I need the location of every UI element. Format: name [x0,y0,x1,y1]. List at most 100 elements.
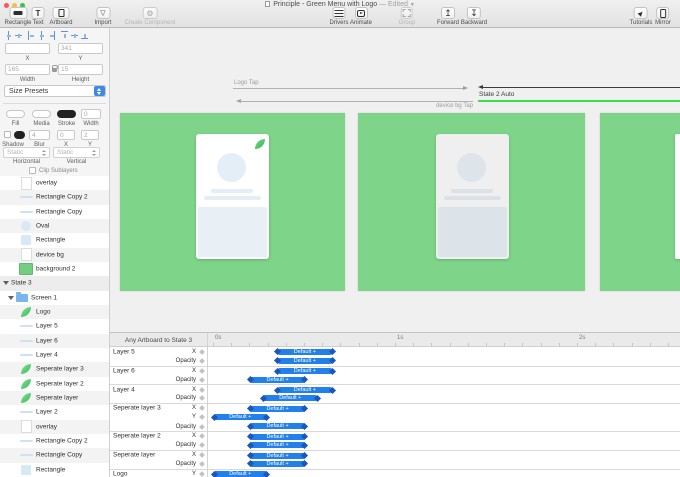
layer-row-seperate-layer-2[interactable]: Seperate layer 2 [0,377,109,391]
layer-row-rectangle[interactable]: Rectangle [0,233,109,247]
y-position-field[interactable] [58,43,103,54]
layer-row-overlay[interactable]: overlay [0,176,109,190]
keyframe-icon[interactable] [199,424,205,430]
layer-row-logo[interactable]: Logo [0,305,109,319]
layer-row-rectangle[interactable]: Rectangle [0,463,109,477]
keyframe-icon[interactable] [199,377,205,383]
x-position-field[interactable] [5,43,50,54]
artboard-3[interactable] [600,113,680,291]
keyframe-diamond-icon[interactable] [263,414,270,421]
layer-row-oval[interactable]: Oval [0,219,109,233]
toolbar-forward-button[interactable]: Forward [437,7,459,26]
stroke-color-swatch[interactable] [57,110,76,118]
layer-row-layer-6[interactable]: Layer 6 [0,334,109,348]
keyframe-icon[interactable] [199,414,205,420]
toolbar-artboard-button[interactable]: Artboard [49,7,72,26]
layer-row-layer-4[interactable]: Layer 4 [0,348,109,362]
toolbar-text-button[interactable]: Text [32,7,45,26]
keyframe-icon[interactable] [199,405,205,411]
layer-row-seperate-layer[interactable]: Seperate layer [0,391,109,405]
animation-bar[interactable]: Default + [213,471,268,477]
animation-bar[interactable]: Default + [277,358,333,364]
layer-row-layer-5[interactable]: Layer 5 [0,319,109,333]
layer-row-rectangle-copy-2[interactable]: Rectangle Copy 2 [0,434,109,448]
keyframe-icon[interactable] [199,368,205,374]
animation-bar[interactable]: Default + [277,368,333,374]
vertical-scroll-dropdown[interactable]: Static [53,147,100,158]
layer-row-state-3[interactable]: State 3 [0,276,109,290]
horizontal-scroll-dropdown[interactable]: Static [3,147,50,158]
animation-bar[interactable]: Default + [249,434,305,440]
layer-row-rectangle-copy-2[interactable]: Rectangle Copy 2 [0,190,109,204]
keyframe-icon[interactable] [199,358,205,364]
distribute-horizontal-icon[interactable] [5,31,12,40]
toolbar-drivers-button[interactable]: Drivers [330,7,349,26]
keyframe-diamond-icon[interactable] [263,471,270,477]
menu-card[interactable] [436,134,509,259]
animation-bar[interactable]: Default + [249,377,305,383]
clip-sublayers-checkbox[interactable] [29,167,36,174]
toolbar-mirror-button[interactable]: Mirror [655,7,671,26]
animation-bar[interactable]: Default + [249,461,305,467]
layer-row-device-bg[interactable]: device bg [0,248,109,262]
align-left-icon[interactable] [28,31,35,40]
toolbar-animate-button[interactable]: Animate [350,7,372,26]
layer-row-screen-1[interactable]: Screen 1 [0,291,109,305]
animation-bar[interactable]: Default + [213,414,268,420]
fill-color-swatch[interactable] [6,110,25,118]
keyframe-icon[interactable] [199,434,205,440]
lock-aspect-icon[interactable] [52,68,57,72]
animation-bar[interactable]: Default + [249,406,305,412]
align-bottom-icon[interactable] [81,31,88,40]
align-middle-icon[interactable] [71,31,78,40]
keyframe-icon[interactable] [199,461,205,467]
media-swatch[interactable] [32,110,51,118]
size-presets-dropdown[interactable]: Size Presets [4,85,106,97]
width-field[interactable] [5,64,50,75]
align-right-icon[interactable] [48,31,55,40]
shadow-color-swatch[interactable] [14,131,25,139]
artboard-1[interactable] [120,113,345,291]
toolbar-create-component-button[interactable]: Create Component [125,7,176,26]
disclosure-triangle-icon[interactable] [3,281,9,285]
keyframe-icon[interactable] [199,442,205,448]
animation-bar[interactable]: Default + [277,349,333,355]
animation-bar[interactable]: Default + [262,395,318,401]
align-top-icon[interactable] [61,31,68,40]
keyframe-icon[interactable] [199,396,205,402]
shadow-checkbox[interactable] [4,131,11,138]
animation-bar[interactable]: Default + [249,442,305,448]
transition-arrow-state2-auto[interactable] [483,87,680,88]
keyframe-icon[interactable] [199,387,205,393]
shadow-x-field[interactable] [57,130,75,140]
keyframe-icon[interactable] [199,349,205,355]
shadow-blur-field[interactable] [29,130,50,140]
toolbar-backward-button[interactable]: Backward [461,7,487,26]
layer-row-seperate-layer-3[interactable]: Seperate layer 3 [0,362,109,376]
transition-arrow-device-bg-tap[interactable] [240,101,473,102]
layer-row-rectangle-copy[interactable]: Rectangle Copy [0,448,109,462]
toolbar-group-button[interactable]: Group [399,7,416,26]
keyframe-icon[interactable] [199,452,205,458]
keyframe-diamond-icon[interactable] [301,442,308,449]
shadow-y-field[interactable] [81,130,99,140]
distribute-vertical-icon[interactable] [15,31,22,40]
align-center-icon[interactable] [38,31,45,40]
keyframe-icon[interactable] [199,471,205,477]
transition-arrow-logo-tap[interactable] [233,88,466,89]
leaf-logo-icon[interactable] [255,139,265,149]
height-field[interactable] [58,64,103,75]
disclosure-triangle-icon[interactable] [8,296,14,300]
toolbar-tutorials-button[interactable]: Tutorials [630,7,653,26]
timeline-transition-title[interactable]: Any Artboard to State 3 [110,333,207,347]
toolbar-rectangle-button[interactable]: Rectangle [4,7,31,26]
animation-bar[interactable]: Default + [249,423,305,429]
canvas[interactable]: Logo Tap device bg Tap State 2 Auto [110,28,680,332]
layer-row-overlay[interactable]: overlay [0,420,109,434]
menu-card[interactable] [196,134,269,259]
toolbar-import-button[interactable]: Import [94,7,111,26]
animation-bar[interactable]: Default + [277,387,333,393]
layer-row-rectangle-copy[interactable]: Rectangle Copy [0,205,109,219]
artboard-2[interactable] [358,113,585,291]
animation-bar[interactable]: Default + [249,453,305,459]
